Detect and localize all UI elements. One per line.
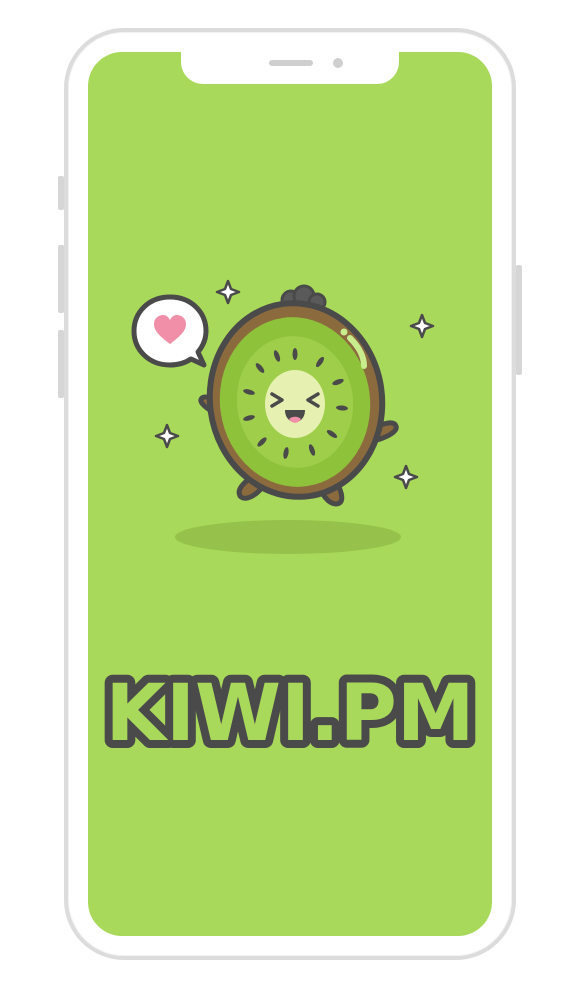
sparkle-icon xyxy=(409,313,435,339)
volume-up-button xyxy=(58,245,64,313)
kiwi-highlight-dot xyxy=(340,328,348,336)
mascot-shadow xyxy=(175,520,401,554)
kiwi-mascot-illustration xyxy=(131,279,435,554)
phone-screen: KIWI.PM KIWI.PM xyxy=(88,52,492,936)
heart-speech-bubble-icon xyxy=(131,294,209,368)
power-button xyxy=(516,265,522,375)
sparkle-icon xyxy=(393,464,419,490)
kiwi-pm-logo: KIWI.PM KIWI.PM xyxy=(98,661,483,767)
sparkle-icon xyxy=(154,423,180,449)
volume-down-button xyxy=(58,330,64,398)
sparkle-icon xyxy=(215,279,241,305)
logo-text: KIWI.PM xyxy=(106,669,475,759)
silent-switch xyxy=(58,176,64,210)
